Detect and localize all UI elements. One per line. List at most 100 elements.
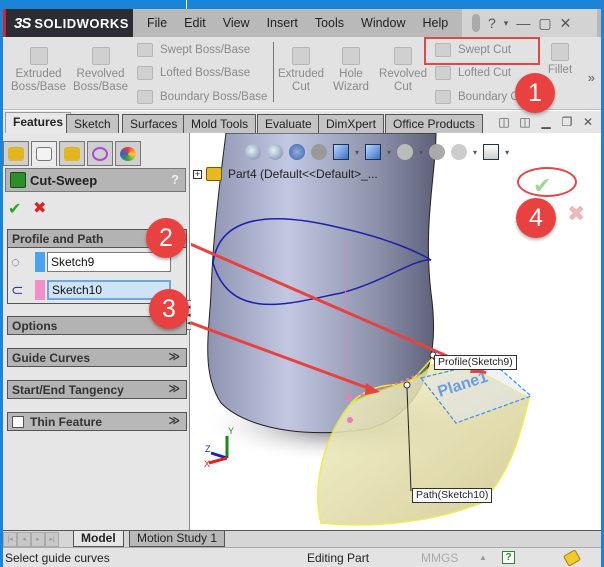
guide-curves-header[interactable]: Guide Curves ≫: [7, 348, 187, 367]
close-icon[interactable]: ✕: [560, 15, 572, 32]
triad-y-label: Y: [228, 426, 235, 436]
path-start-point: [346, 395, 352, 401]
previous-view-icon[interactable]: [289, 144, 305, 160]
tab-model[interactable]: Model: [73, 531, 124, 547]
tab-motion-study-1[interactable]: Motion Study 1: [129, 531, 226, 547]
doc-minimize-icon[interactable]: ▁: [539, 115, 553, 129]
menu-window[interactable]: Window: [361, 16, 405, 30]
display-style-icon[interactable]: [365, 144, 382, 160]
help-dropdown-icon[interactable]: ▾: [504, 18, 509, 29]
dropdown-icon[interactable]: ▾: [505, 148, 509, 157]
expand-icon[interactable]: ≫: [168, 350, 180, 363]
tab-surfaces[interactable]: Surfaces: [122, 114, 186, 133]
graphics-area[interactable]: Plane1 ▾ ▾ ▾ ▾ ▾ + Part4 (Default<<Defau…: [191, 133, 601, 530]
menu-bar: 3S SOLIDWORKS File Edit View Insert Tool…: [3, 9, 601, 37]
swept-boss-button[interactable]: Swept Boss/Base: [137, 43, 250, 57]
boundary-boss-button[interactable]: Boundary Boss/Base: [137, 90, 267, 104]
tab-mold-tools[interactable]: Mold Tools: [183, 114, 257, 133]
extruded-boss-icon: [29, 47, 48, 65]
tab-office-products[interactable]: Office Products: [385, 114, 483, 133]
cut-sweep-icon: [10, 172, 26, 188]
tab-sketch[interactable]: Sketch: [66, 114, 119, 133]
hole-wizard-button[interactable]: Hole Wizard: [330, 47, 372, 94]
menu-help[interactable]: Help: [423, 16, 449, 30]
confirm-cancel-button[interactable]: ✖: [567, 201, 585, 227]
more-commands-icon[interactable]: »: [588, 70, 595, 85]
menu-tools[interactable]: Tools: [315, 16, 344, 30]
units-selector[interactable]: MMGS: [421, 551, 458, 565]
tag-icon[interactable]: [562, 549, 582, 567]
tangency-header[interactable]: Start/End Tangency ≫: [7, 380, 187, 399]
dropdown-icon[interactable]: ▾: [387, 148, 391, 157]
heads-up-toolbar: ▾ ▾ ▾ ▾ ▾: [245, 144, 509, 160]
part-icon: [206, 167, 222, 181]
profile-field[interactable]: [47, 252, 171, 272]
dropdown-icon[interactable]: ▾: [355, 148, 359, 157]
view-orientation-icon[interactable]: [333, 144, 349, 160]
tile-left-icon[interactable]: ◫: [497, 115, 511, 129]
step-badge-4: 4: [516, 198, 556, 238]
tab-dimxpert[interactable]: DimXpert: [318, 114, 385, 133]
triad-x-axis: [208, 456, 228, 465]
view-settings-icon[interactable]: [483, 144, 500, 160]
ds-logo-icon: 3S: [14, 14, 31, 32]
menu-file[interactable]: File: [147, 16, 167, 30]
zoom-to-fit-icon[interactable]: [245, 144, 261, 160]
menu-view[interactable]: View: [223, 16, 250, 30]
document-window-controls: ◫ ◫ ▁ ❐ ✕: [497, 115, 595, 129]
configuration-manager-tab[interactable]: [59, 141, 85, 166]
doc-close-icon[interactable]: ✕: [581, 115, 595, 129]
solidworks-logo[interactable]: 3S SOLIDWORKS: [3, 9, 133, 37]
tab-evaluate[interactable]: Evaluate: [257, 114, 320, 133]
expand-icon[interactable]: ≫: [168, 414, 180, 427]
path-callout[interactable]: Path(Sketch10): [412, 488, 493, 503]
thin-feature-header[interactable]: Thin Feature ≫: [7, 412, 187, 431]
tab-features[interactable]: Features: [5, 112, 72, 133]
revolved-cut-button[interactable]: Revolved Cut: [379, 47, 427, 94]
menu-insert[interactable]: Insert: [267, 16, 298, 30]
hide-show-items-icon[interactable]: [397, 144, 414, 160]
traffic-light-icon[interactable]: [472, 14, 480, 32]
lofted-cut-button[interactable]: Lofted Cut: [435, 66, 511, 80]
property-manager-tab[interactable]: [31, 141, 57, 166]
extruded-cut-button[interactable]: Extruded Cut: [277, 47, 325, 94]
expand-icon[interactable]: +: [193, 169, 202, 179]
property-manager: Cut-Sweep ? ✔ ✖ Profile and Path ◌ ⊂ Opt…: [3, 133, 190, 530]
feature-manager-tab[interactable]: [3, 141, 29, 166]
thin-feature-checkbox[interactable]: [12, 415, 24, 428]
restore-icon[interactable]: ▢: [538, 15, 551, 32]
dropdown-icon[interactable]: ▾: [473, 148, 477, 157]
cancel-button[interactable]: ✖: [33, 198, 46, 218]
quick-help-icon[interactable]: ?: [502, 551, 515, 564]
edit-appearance-icon[interactable]: [429, 144, 446, 160]
extruded-boss-button[interactable]: Extruded Boss/Base: [11, 47, 66, 94]
last-tab-icon[interactable]: ▸|: [45, 532, 59, 547]
menu-edit[interactable]: Edit: [184, 16, 206, 30]
revolved-boss-button[interactable]: Revolved Boss/Base: [73, 47, 128, 94]
prev-tab-icon[interactable]: ◂: [17, 532, 31, 547]
feature-tree-root[interactable]: + Part4 (Default<<Default>_...: [193, 167, 378, 181]
minimize-icon[interactable]: —: [516, 15, 530, 31]
tile-right-icon[interactable]: ◫: [518, 115, 532, 129]
doc-restore-icon[interactable]: ❐: [560, 115, 574, 129]
first-tab-icon[interactable]: |◂: [3, 532, 17, 547]
zoom-to-area-icon[interactable]: [267, 144, 283, 160]
command-tabs: Features Sketch Surfaces Mold Tools Eval…: [3, 111, 601, 133]
lofted-cut-icon: [435, 66, 451, 80]
section-view-icon[interactable]: [311, 144, 327, 160]
dimxpert-manager-tab[interactable]: [87, 141, 113, 166]
ok-button[interactable]: ✔: [8, 199, 21, 219]
lofted-boss-button[interactable]: Lofted Boss/Base: [137, 66, 250, 80]
tangency-group: Start/End Tangency ≫: [7, 380, 187, 399]
profile-callout[interactable]: Profile(Sketch9): [434, 355, 517, 370]
help-icon[interactable]: ?: [488, 15, 496, 31]
expand-icon[interactable]: ≫: [168, 382, 180, 395]
apply-scene-icon[interactable]: [451, 144, 468, 160]
dropdown-icon[interactable]: ▾: [419, 148, 423, 157]
fillet-button[interactable]: Fillet: [543, 43, 577, 77]
help-icon[interactable]: ?: [171, 172, 179, 187]
units-arrow-icon[interactable]: ▲: [479, 553, 487, 562]
next-tab-icon[interactable]: ▸: [31, 532, 45, 547]
path-color-swatch: [35, 280, 45, 300]
display-manager-tab[interactable]: [115, 141, 141, 166]
